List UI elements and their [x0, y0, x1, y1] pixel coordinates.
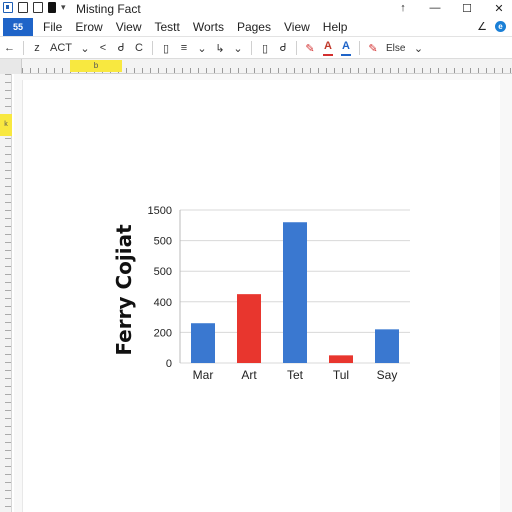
file-tab[interactable]: 55	[3, 18, 33, 36]
style-dropdown[interactable]: Else	[386, 43, 405, 54]
y-tick-label: 200	[154, 327, 172, 339]
collapse-ribbon-icon[interactable]: ∠	[477, 20, 487, 33]
style-dropdown-chevron-icon[interactable]: ⌄	[413, 42, 423, 55]
italic-icon[interactable]: z	[32, 42, 42, 54]
bar	[329, 355, 353, 363]
window-title: Misting Fact	[76, 2, 141, 16]
page-icon[interactable]: ▯	[161, 42, 171, 55]
y-tick-label: 0	[166, 358, 172, 370]
font-color-red-button[interactable]: A	[323, 40, 333, 56]
embedded-chart[interactable]: Ferry Cojiat 0 200 400 500 500 1500 Mar Art Tet T…	[110, 198, 420, 388]
font-dropdown-chevron-icon[interactable]: ⌄	[80, 42, 90, 55]
menu-worts[interactable]: Worts	[193, 20, 224, 34]
title-bar: ▾ Misting Fact ↑ — ☐ ✕	[0, 0, 512, 18]
toolbar-divider	[152, 41, 153, 55]
formatting-toolbar: ← z ACT ⌄ < Ꮷ C ▯ ≡ ⌄ ↳ ⌄ ▯ Ꮷ ✎ A A ✎ El…	[0, 37, 512, 59]
align-dropdown-chevron-icon[interactable]: ⌄	[197, 42, 207, 55]
ruler-corner	[0, 59, 22, 74]
close-button[interactable]: ✕	[492, 2, 506, 15]
list-icon[interactable]: ▯	[260, 42, 270, 55]
refresh-icon[interactable]: C	[134, 42, 144, 54]
x-tick-label: Mar	[193, 368, 214, 382]
menu-help[interactable]: Help	[323, 20, 348, 34]
link-dropdown-chevron-icon[interactable]: ⌄	[233, 42, 243, 55]
minimize-button[interactable]: —	[428, 2, 442, 15]
align-icon[interactable]: ≡	[179, 42, 189, 54]
x-tick-label: Art	[241, 368, 257, 382]
dropdown-chevron-icon[interactable]: ▾	[61, 2, 66, 13]
menu-view-2[interactable]: View	[284, 20, 310, 34]
menu-file[interactable]: File	[43, 20, 62, 34]
ruler-margin-marker[interactable]: b	[70, 60, 122, 72]
x-tick-label: Tul	[333, 368, 349, 382]
font-name-dropdown[interactable]: ACT	[50, 42, 72, 54]
file-icon[interactable]	[48, 2, 56, 13]
clipboard-icon[interactable]: Ꮷ	[278, 42, 288, 55]
bar	[237, 294, 261, 363]
upload-icon[interactable]: ↑	[396, 2, 410, 15]
format-icon[interactable]: Ꮷ	[116, 42, 126, 55]
y-tick-label: 400	[154, 297, 172, 309]
maximize-button[interactable]: ☐	[460, 2, 474, 15]
quick-access-toolbar: ▾	[3, 2, 66, 13]
save-icon[interactable]	[18, 2, 28, 13]
vertical-ruler[interactable]: k	[0, 74, 12, 512]
menu-items: File Erow View Testt Worts Pages View He…	[43, 20, 347, 34]
bar	[283, 222, 307, 363]
menu-view[interactable]: View	[116, 20, 142, 34]
menu-testt[interactable]: Testt	[154, 20, 179, 34]
menu-right-controls: ∠ e	[477, 20, 506, 33]
x-tick-label: Tet	[287, 368, 304, 382]
link-icon[interactable]: ↳	[215, 42, 225, 55]
horizontal-ruler[interactable]: b	[0, 59, 512, 74]
toolbar-divider	[296, 41, 297, 55]
y-tick-label: 1500	[148, 205, 172, 217]
toolbar-divider	[251, 41, 252, 55]
bar	[191, 323, 215, 363]
menu-erow[interactable]: Erow	[75, 20, 102, 34]
marker-icon[interactable]: ✎	[368, 42, 378, 55]
back-arrow-icon[interactable]: ←	[4, 42, 15, 54]
font-color-blue-button[interactable]: A	[341, 40, 351, 56]
vertical-ruler-marker[interactable]: k	[0, 114, 12, 136]
decrease-indent-icon[interactable]: <	[98, 42, 108, 54]
menu-pages[interactable]: Pages	[237, 20, 271, 34]
app-icon[interactable]	[3, 2, 13, 13]
window-controls: ↑ — ☐ ✕	[396, 2, 506, 15]
menu-bar: 55 File Erow View Testt Worts Pages View…	[0, 18, 512, 37]
y-tick-label: 500	[154, 236, 172, 248]
highlight-pen-icon[interactable]: ✎	[305, 42, 315, 55]
toolbar-divider	[23, 41, 24, 55]
y-tick-label: 500	[154, 266, 172, 278]
bar	[375, 329, 399, 363]
vertical-ruler-ticks	[5, 74, 11, 512]
x-tick-label: Say	[377, 368, 398, 382]
help-icon[interactable]: e	[495, 21, 506, 32]
bar-chart: 0 200 400 500 500 1500 Mar Art Tet Tul Say	[148, 205, 410, 382]
copy-icon[interactable]	[33, 2, 43, 13]
toolbar-divider	[359, 41, 360, 55]
